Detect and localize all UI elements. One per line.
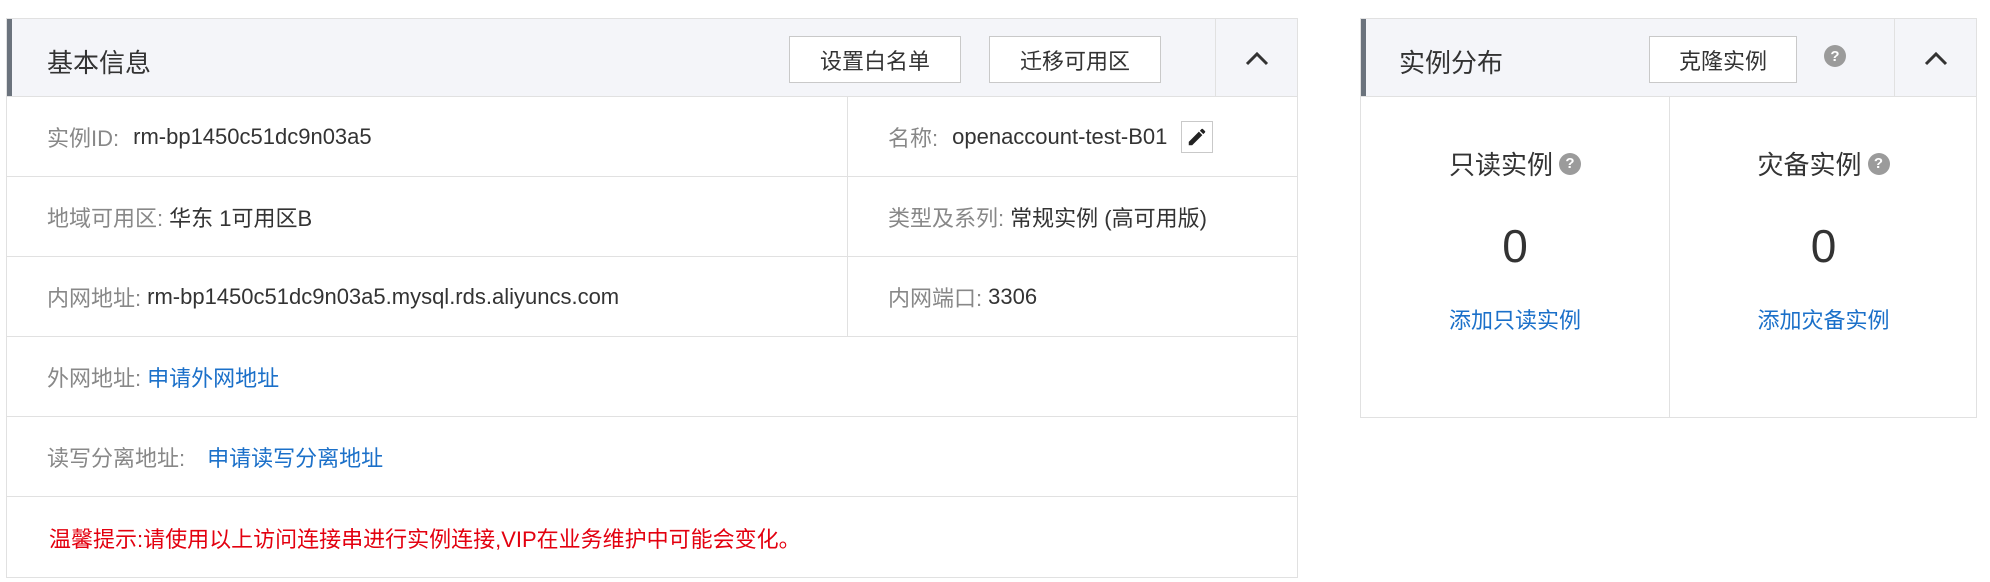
basic-info-collapse-button[interactable] bbox=[1215, 19, 1297, 96]
chevron-up-icon bbox=[1245, 51, 1268, 65]
name-value: openaccount-test-B01 bbox=[952, 123, 1168, 149]
type-series-value: 常规实例 (高可用版) bbox=[1010, 205, 1207, 231]
header-accent-bar bbox=[7, 19, 12, 96]
basic-info-title: 基本信息 bbox=[47, 48, 152, 78]
disaster-instance-count: 0 bbox=[1810, 220, 1837, 272]
add-disaster-instance-link[interactable]: 添加灾备实例 bbox=[1670, 303, 1977, 335]
info-row-rw-split: 读写分离地址: 申请读写分离地址 bbox=[7, 417, 1297, 497]
readonly-instance-column: 只读实例 ? 0 添加只读实例 bbox=[1361, 97, 1669, 417]
intranet-port-value: 3306 bbox=[988, 283, 1038, 309]
intranet-port-label: 内网端口: bbox=[888, 285, 983, 311]
name-label: 名称: bbox=[888, 125, 939, 151]
internet-address-label: 外网地址: bbox=[47, 365, 142, 391]
disaster-instance-title: 灾备实例 bbox=[1757, 150, 1862, 180]
chevron-up-icon bbox=[1924, 51, 1947, 65]
set-whitelist-button[interactable]: 设置白名单 bbox=[789, 36, 961, 83]
edit-name-button[interactable] bbox=[1181, 120, 1214, 153]
distribution-header: 实例分布 克隆实例 ? bbox=[1361, 19, 1976, 97]
help-icon[interactable]: ? bbox=[1559, 152, 1581, 175]
info-row-region-type: 地域可用区: 华东 1可用区B 类型及系列: 常规实例 (高可用版) bbox=[7, 177, 1297, 257]
region-zone-label: 地域可用区: bbox=[47, 205, 164, 231]
help-icon[interactable]: ? bbox=[1824, 45, 1846, 67]
intranet-address-value: rm-bp1450c51dc9n03a5.mysql.rds.aliyuncs.… bbox=[147, 283, 620, 309]
help-icon[interactable]: ? bbox=[1867, 152, 1890, 175]
basic-info-header: 基本信息 设置白名单 迁移可用区 bbox=[7, 19, 1297, 97]
region-zone-value: 华东 1可用区B bbox=[169, 205, 313, 231]
migrate-zone-button[interactable]: 迁移可用区 bbox=[989, 36, 1161, 83]
info-row-intranet: 内网地址: rm-bp1450c51dc9n03a5.mysql.rds.ali… bbox=[7, 257, 1297, 337]
add-readonly-instance-link[interactable]: 添加只读实例 bbox=[1361, 303, 1669, 335]
info-row-tip: 温馨提示:请使用以上访问连接串进行实例连接,VIP在业务维护中可能会变化。 bbox=[7, 497, 1297, 579]
instance-id-label: 实例ID: bbox=[47, 125, 120, 151]
readonly-instance-count: 0 bbox=[1502, 220, 1528, 272]
apply-internet-address-link[interactable]: 申请外网地址 bbox=[147, 361, 279, 393]
info-row-id-name: 实例ID: rm-bp1450c51dc9n03a5 名称: openaccou… bbox=[7, 97, 1297, 177]
instance-id-value: rm-bp1450c51dc9n03a5 bbox=[133, 123, 372, 149]
info-row-internet: 外网地址: 申请外网地址 bbox=[7, 337, 1297, 417]
intranet-address-label: 内网地址: bbox=[47, 285, 142, 311]
readonly-instance-title: 只读实例 bbox=[1448, 150, 1553, 180]
header-accent-bar bbox=[1361, 19, 1366, 96]
pencil-icon bbox=[1189, 128, 1206, 145]
type-series-label: 类型及系列: bbox=[888, 205, 1005, 231]
basic-info-panel: 基本信息 设置白名单 迁移可用区 实例ID: rm-bp1450c51dc9n0… bbox=[6, 18, 1298, 578]
clone-instance-button[interactable]: 克隆实例 bbox=[1649, 36, 1797, 83]
instance-distribution-panel: 实例分布 克隆实例 ? 只读实例 ? 0 添加只读实例 灾备实例 ? 0 添加灾… bbox=[1360, 18, 1977, 418]
apply-rw-split-address-link[interactable]: 申请读写分离地址 bbox=[207, 441, 383, 473]
connection-tip-text: 温馨提示:请使用以上访问连接串进行实例连接,VIP在业务维护中可能会变化。 bbox=[49, 527, 801, 552]
distribution-title: 实例分布 bbox=[1399, 48, 1504, 78]
disaster-instance-column: 灾备实例 ? 0 添加灾备实例 bbox=[1669, 97, 1977, 417]
distribution-collapse-button[interactable] bbox=[1894, 19, 1976, 96]
rw-split-address-label: 读写分离地址: bbox=[47, 445, 186, 471]
